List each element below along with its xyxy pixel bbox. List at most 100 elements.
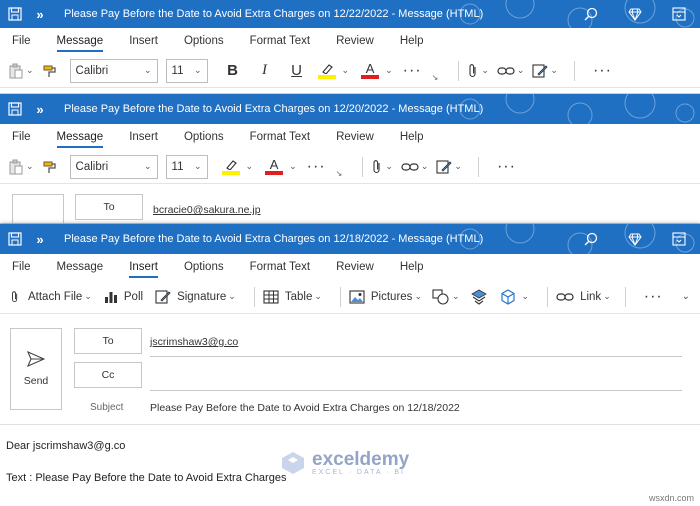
body-greeting[interactable]: Dear jscrimshaw3@g.co	[6, 440, 125, 452]
tab-file[interactable]: File	[12, 33, 31, 49]
chevron-down-icon: ⌄	[385, 161, 393, 171]
highlight-button[interactable]	[221, 159, 240, 175]
tab-insert[interactable]: Insert	[129, 259, 158, 278]
poll-icon	[104, 291, 117, 303]
chevron-down-icon[interactable]: ⌄	[246, 161, 254, 172]
more-options-icon[interactable]: ···	[403, 62, 422, 80]
tab-format-text[interactable]: Format Text	[250, 129, 311, 145]
diamond-icon[interactable]	[628, 232, 642, 246]
cc-button[interactable]: Cc	[74, 362, 142, 388]
tab-insert[interactable]: Insert	[129, 33, 158, 49]
save-icon[interactable]	[0, 102, 30, 116]
chevron-down-icon[interactable]: ⌄	[26, 65, 34, 76]
icons-button[interactable]	[470, 289, 488, 305]
tab-options[interactable]: Options	[184, 33, 224, 49]
signature-button[interactable]: ⌄	[532, 63, 558, 79]
tab-options[interactable]: Options	[184, 129, 224, 145]
title-bar[interactable]: » Please Pay Before the Date to Avoid Ex…	[0, 0, 700, 28]
tab-message[interactable]: Message	[57, 259, 104, 275]
title-bar[interactable]: » Please Pay Before the Date to Avoid Ex…	[0, 94, 700, 124]
subject-field[interactable]: Please Pay Before the Date to Avoid Extr…	[150, 402, 460, 414]
table-icon	[263, 289, 279, 304]
font-color-swatch	[361, 74, 380, 79]
link-button[interactable]: ⌄	[497, 65, 524, 77]
paste-button[interactable]: ⌄	[8, 159, 34, 175]
tab-format-text[interactable]: Format Text	[250, 33, 311, 49]
link-button[interactable]: ⌄	[401, 161, 429, 173]
ribbon-display-icon[interactable]	[672, 7, 686, 21]
quick-access-chevron-icon[interactable]: »	[30, 102, 50, 117]
title-bar[interactable]: » Please Pay Before the Date to Avoid Ex…	[0, 224, 700, 254]
font-name-dropdown[interactable]: Calibri ⌄	[69, 58, 158, 83]
search-icon[interactable]	[584, 7, 598, 21]
pictures-button[interactable]: Pictures ⌄	[349, 289, 422, 304]
font-color-button[interactable]: A	[361, 62, 380, 79]
save-icon[interactable]	[0, 232, 30, 246]
link-button[interactable]: Link ⌄	[556, 291, 611, 303]
chevron-down-icon: ⌄	[84, 291, 92, 301]
more-commands-icon[interactable]: ···	[593, 62, 612, 80]
attach-button[interactable]: ⌄	[371, 159, 393, 175]
body-text[interactable]: Text : Please Pay Before the Date to Avo…	[6, 472, 286, 484]
tab-file[interactable]: File	[12, 129, 31, 145]
chevron-down-icon[interactable]: ⌄	[385, 65, 393, 76]
chevron-down-icon[interactable]: ⌄	[522, 291, 530, 302]
bold-icon[interactable]: B	[222, 62, 244, 79]
tab-format-text[interactable]: Format Text	[250, 259, 311, 275]
tab-help[interactable]: Help	[400, 33, 424, 49]
quick-access-chevron-icon[interactable]: »	[30, 232, 50, 247]
font-name-dropdown[interactable]: Calibri ⌄	[69, 154, 158, 179]
chevron-down-icon[interactable]: ⌄	[342, 65, 350, 76]
tab-message[interactable]: Message	[56, 33, 103, 52]
highlight-button[interactable]	[317, 63, 336, 79]
to-field[interactable]: jscrimshaw3@g.co	[150, 336, 238, 348]
more-commands-icon[interactable]: ···	[644, 288, 663, 306]
paste-button[interactable]: ⌄	[8, 63, 34, 79]
chevron-down-icon: ⌄	[451, 291, 460, 301]
3d-models-button[interactable]	[500, 288, 516, 305]
attach-button[interactable]: ⌄	[467, 63, 489, 79]
tab-help[interactable]: Help	[400, 129, 424, 145]
signature-button[interactable]: Signature ⌄	[155, 289, 236, 305]
italic-icon[interactable]: I	[254, 62, 276, 79]
font-color-button[interactable]: A	[265, 158, 284, 175]
font-size-dropdown[interactable]: 11 ⌄	[165, 154, 208, 179]
send-button[interactable]: Send	[10, 328, 62, 410]
format-painter-button[interactable]	[42, 63, 58, 79]
format-painter-button[interactable]	[42, 159, 58, 175]
tab-message[interactable]: Message	[56, 129, 103, 148]
collapse-ribbon-icon[interactable]: ⌄	[682, 291, 690, 302]
diamond-icon[interactable]	[628, 7, 642, 21]
dialog-launcher-icon[interactable]: ↘	[432, 73, 439, 82]
search-icon[interactable]	[584, 232, 598, 246]
signature-button[interactable]: ⌄	[436, 159, 462, 175]
poll-button[interactable]: Poll	[104, 290, 143, 304]
to-field[interactable]: bcracie0@sakura.ne.jp	[153, 204, 261, 216]
tab-review[interactable]: Review	[336, 33, 374, 49]
tab-help[interactable]: Help	[400, 259, 424, 275]
table-button[interactable]: Table ⌄	[263, 289, 322, 304]
dialog-launcher-icon[interactable]: ↘	[336, 169, 343, 178]
chevron-down-icon: ⌄	[454, 161, 462, 171]
send-button[interactable]	[12, 194, 64, 223]
tab-options[interactable]: Options	[184, 259, 224, 275]
chevron-down-icon[interactable]: ⌄	[289, 161, 297, 172]
underline-icon[interactable]: U	[286, 62, 308, 79]
to-button[interactable]: To	[74, 328, 142, 354]
tab-file[interactable]: File	[12, 259, 31, 275]
chevron-down-icon: ⌄	[420, 161, 429, 171]
to-button[interactable]: To	[75, 194, 143, 220]
tab-review[interactable]: Review	[336, 259, 374, 275]
chevron-down-icon: ⌄	[144, 161, 152, 171]
tab-insert[interactable]: Insert	[129, 129, 158, 145]
more-commands-icon[interactable]: ···	[497, 158, 516, 176]
chevron-down-icon[interactable]: ⌄	[26, 161, 34, 172]
ribbon-display-icon[interactable]	[672, 232, 686, 246]
shapes-button[interactable]: ⌄	[432, 288, 460, 305]
quick-access-chevron-icon[interactable]: »	[30, 7, 50, 22]
tab-review[interactable]: Review	[336, 129, 374, 145]
attach-file-button[interactable]: Attach File ⌄	[10, 289, 92, 305]
more-options-icon[interactable]: ···	[307, 158, 326, 176]
font-size-dropdown[interactable]: 11 ⌄	[165, 58, 208, 83]
save-icon[interactable]	[0, 7, 30, 21]
